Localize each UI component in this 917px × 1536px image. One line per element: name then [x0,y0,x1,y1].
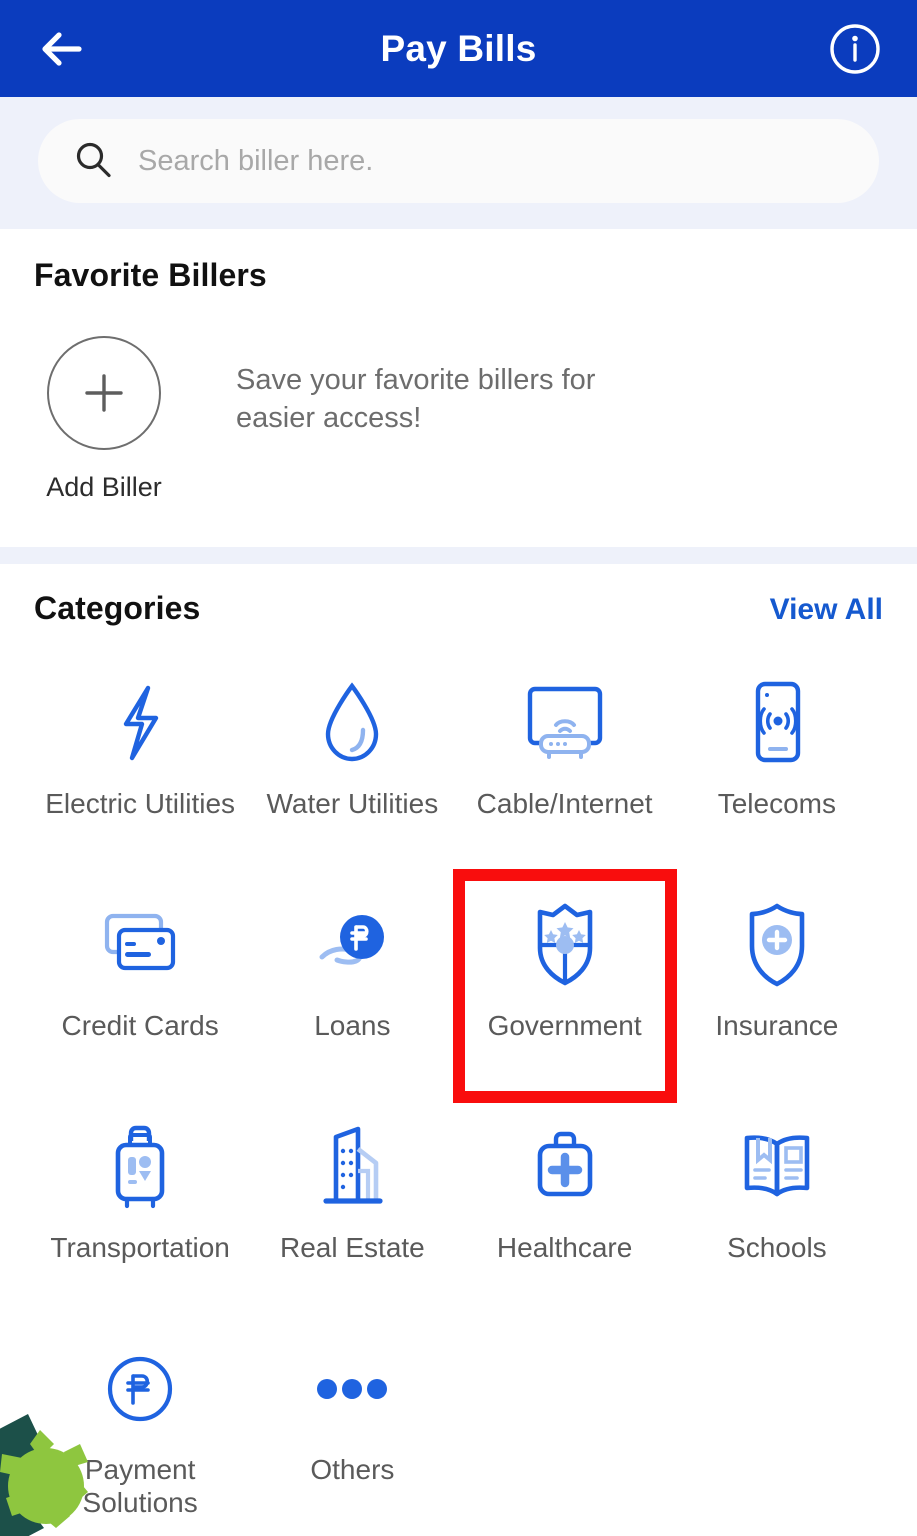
water-drop-icon [316,675,388,771]
category-label: Loans [314,1010,391,1041]
category-item-cable-internet[interactable]: Cable/Internet [459,653,671,875]
credit-cards-icon [94,897,186,993]
category-item-government[interactable]: Government [452,869,677,1103]
categories-grid: Electric Utilities Water Utilities Cable… [34,653,883,1536]
building-icon [306,1119,398,1215]
category-label: Transportation [50,1232,230,1263]
spacer [0,503,917,547]
category-item-telecoms[interactable]: Telecoms [671,653,883,875]
hand-peso-coin-icon [306,897,398,993]
add-biller-button[interactable] [47,336,161,450]
category-label: Cable/Internet [476,788,653,819]
categories-header: Categories View All [34,590,883,627]
add-biller-label: Add Biller [46,472,162,502]
smartphone-signal-icon [743,675,811,771]
info-button[interactable] [827,21,883,77]
suitcase-icon [103,1119,177,1215]
category-item-electric-utilities[interactable]: Electric Utilities [34,653,246,875]
add-biller-item[interactable]: Add Biller [34,336,174,503]
peso-circle-icon [102,1341,178,1437]
category-item-schools[interactable]: Schools [671,1097,883,1319]
category-item-insurance[interactable]: Insurance [671,875,883,1097]
search-bar[interactable] [38,119,879,203]
section-divider [0,547,917,564]
search-input[interactable] [138,144,845,178]
category-item-healthcare[interactable]: Healthcare [459,1097,671,1319]
category-label: Schools [727,1232,827,1263]
category-label: Payment Solutions [82,1454,198,1519]
shield-stars-icon [524,897,606,993]
info-circle-icon [830,23,880,74]
category-label: Credit Cards [61,1010,219,1041]
category-item-water-utilities[interactable]: Water Utilities [246,653,458,875]
pay-bills-screen: Pay Bills Favorite Billers [0,0,917,1536]
favorite-billers-body: Add Biller Save your favorite billers fo… [34,336,883,503]
lightning-bolt-icon [104,675,176,771]
category-label: Electric Utilities [45,788,236,819]
category-label: Others [310,1454,395,1485]
favorite-billers-hint: Save your favorite billers for easier ac… [236,364,596,434]
category-label: Insurance [715,1010,839,1041]
category-label: Water Utilities [266,788,439,819]
view-all-link[interactable]: View All [770,593,883,627]
back-button[interactable] [34,21,90,77]
search-section [0,97,917,229]
categories-section: Categories View All Electric Utilities W… [0,564,917,1536]
category-item-others[interactable]: Others [246,1319,458,1536]
plus-icon [85,374,123,412]
shield-plus-icon [738,897,816,993]
category-item-transportation[interactable]: Transportation [34,1097,246,1319]
category-item-real-estate[interactable]: Real Estate [246,1097,458,1319]
app-header: Pay Bills [0,0,917,97]
medical-kit-icon [524,1119,606,1215]
category-item-credit-cards[interactable]: Credit Cards [34,875,246,1097]
category-label: Healthcare [496,1232,633,1263]
search-icon [72,139,116,183]
category-label: Real Estate [280,1232,425,1263]
category-label: Government [487,1010,642,1041]
open-book-icon [731,1119,823,1215]
page-title: Pay Bills [380,27,537,69]
category-item-loans[interactable]: Loans [246,875,458,1097]
category-label: Telecoms [717,788,836,819]
favorite-billers-section: Favorite Billers Add Biller Save your fa… [0,229,917,503]
favorite-billers-title: Favorite Billers [34,257,267,293]
router-tv-icon [519,675,611,771]
category-item-payment-solutions[interactable]: Payment Solutions [34,1319,246,1536]
categories-title: Categories [34,590,201,626]
back-arrow-icon [42,31,82,66]
three-dots-icon [308,1341,396,1437]
